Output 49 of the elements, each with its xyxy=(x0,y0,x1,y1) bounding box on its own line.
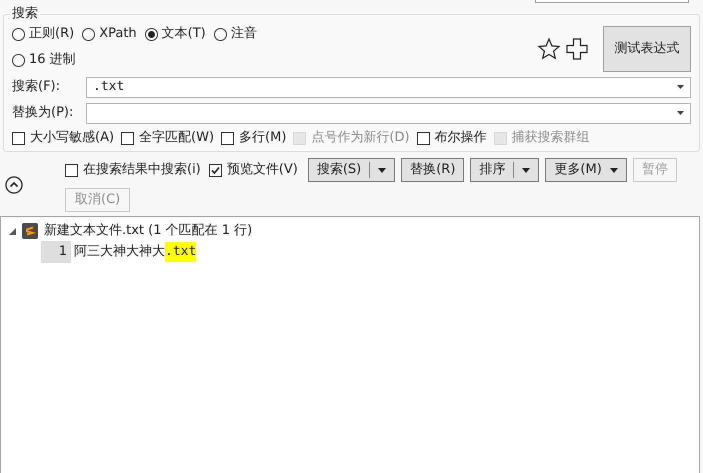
caret-icon[interactable] xyxy=(522,168,530,172)
star-icon[interactable] xyxy=(537,37,561,61)
checkbox-label: 全字匹配(W) xyxy=(139,129,214,147)
match-highlight: .txt xyxy=(165,242,196,262)
checkbox[interactable] xyxy=(121,132,134,144)
checkbox[interactable] xyxy=(416,132,430,144)
radio-label: 16 进制 xyxy=(29,51,76,69)
field-label: 替换为(P): xyxy=(12,104,74,122)
file-result[interactable]: 新建文本文件.txt (1 个匹配在 1 行) xyxy=(44,221,252,241)
checkbox-label: 布尔操作 xyxy=(434,129,487,147)
radio-label: XPath xyxy=(99,25,137,43)
radio-button[interactable] xyxy=(144,28,158,40)
dropdown-icon[interactable] xyxy=(677,85,684,89)
checkbox[interactable] xyxy=(208,164,222,176)
collapse-icon[interactable] xyxy=(5,176,23,194)
checkbox[interactable] xyxy=(12,132,25,144)
toolbar-button[interactable]: 更多(M) xyxy=(545,158,627,182)
radio-button[interactable] xyxy=(12,54,25,66)
checkbox-label: 预览文件(V) xyxy=(226,161,298,180)
caret-icon xyxy=(610,168,618,172)
expander-icon[interactable] xyxy=(9,228,16,234)
radio-button[interactable] xyxy=(82,28,96,40)
toolbar-button[interactable]: 替换(R) xyxy=(401,158,464,182)
line-number: 1 xyxy=(41,241,71,263)
dropdown-icon[interactable] xyxy=(677,111,684,115)
checkbox-label: 捕获搜索群组 xyxy=(512,129,590,147)
radio-button[interactable] xyxy=(214,28,227,40)
toolbar-button[interactable]: 排序 xyxy=(470,158,540,182)
radio-label: 正则(R) xyxy=(29,25,74,43)
input-field[interactable] xyxy=(535,0,689,3)
group-title: 搜索 xyxy=(10,6,40,22)
test-expression-button[interactable]: 测试表达式 xyxy=(603,26,691,72)
checkbox-label: 大小写敏感(A) xyxy=(30,129,114,147)
radio-label: 文本(T) xyxy=(162,25,206,43)
toolbar-button[interactable]: 搜索(S) xyxy=(308,158,396,182)
caret-icon[interactable] xyxy=(378,168,386,172)
checkbox-label: 多行(M) xyxy=(239,129,286,147)
field-label: 搜索(F): xyxy=(12,78,62,96)
radio-label: 注音 xyxy=(230,25,257,43)
radio-button[interactable] xyxy=(12,28,25,40)
file-icon xyxy=(22,223,38,239)
plus-icon[interactable] xyxy=(565,37,589,61)
match-text: 阿三大神大神大 xyxy=(73,243,165,262)
checkbox[interactable] xyxy=(65,164,78,176)
checkbox-label: 点号作为新行(D) xyxy=(311,129,410,147)
search-field[interactable]: .txt xyxy=(86,76,691,98)
checkbox-label: 在搜索结果中搜索(i) xyxy=(83,161,201,180)
checkbox[interactable] xyxy=(221,132,234,144)
replace-field[interactable] xyxy=(86,102,691,124)
